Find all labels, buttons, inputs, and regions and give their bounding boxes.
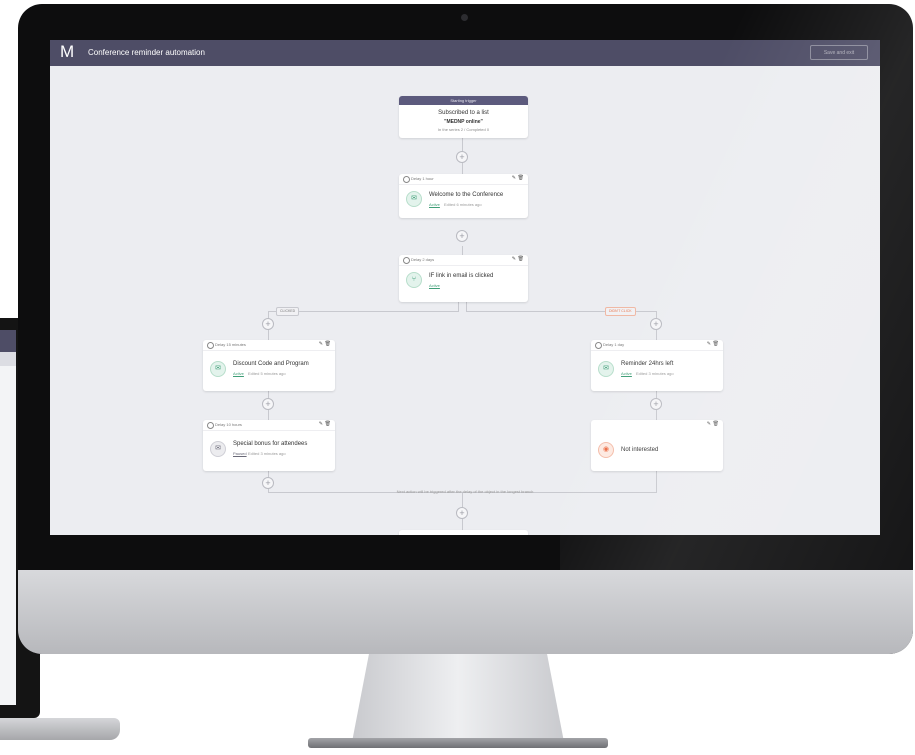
- delay-label: Delay 1 day: [603, 342, 625, 347]
- trigger-meta: In the series 2 / Completed 0: [437, 127, 490, 132]
- step-card-welcome[interactable]: Delay 1 hour ✎ 🗑 ✉ Welcome to the Confer…: [399, 174, 528, 218]
- add-step-button[interactable]: +: [262, 477, 274, 489]
- step-meta: Edited 3 minutes ago: [636, 371, 674, 376]
- connector-line: [462, 246, 463, 255]
- envelope-icon: ✉: [210, 361, 226, 377]
- trigger-header: Starting trigger: [399, 96, 528, 105]
- trash-icon[interactable]: 🗑: [518, 256, 524, 262]
- step-meta: Edited 3 minutes ago: [248, 451, 286, 456]
- add-step-button[interactable]: +: [262, 318, 274, 330]
- step-title: Special bonus for attendees: [233, 441, 308, 447]
- edit-icon[interactable]: ✎: [512, 175, 516, 181]
- step-card-discount[interactable]: Delay 15 minutes ✎ 🗑 ✉ Discount Code and…: [203, 340, 335, 391]
- step-header: Delay 15 minutes ✎ 🗑: [203, 340, 335, 351]
- connector-line: [458, 302, 459, 311]
- step-card-not-interested[interactable]: ✎ 🗑 ◉ Not interested: [591, 420, 723, 471]
- edit-icon[interactable]: ✎: [707, 341, 711, 347]
- trash-icon[interactable]: 🗑: [713, 341, 719, 347]
- edit-icon[interactable]: ✎: [319, 341, 323, 347]
- step-card-condition[interactable]: Delay 2 days ✎ 🗑 ⑂ IF link in email is c…: [399, 255, 528, 302]
- step-title: Welcome to the Conference: [429, 192, 504, 198]
- trigger-title: Subscribed to a list: [438, 110, 489, 116]
- step-card-bonus[interactable]: Delay 10 hours ✎ 🗑 ✉ Special bonus for a…: [203, 420, 335, 471]
- laptop-header-bar: [0, 330, 16, 352]
- envelope-icon: ✉: [210, 441, 226, 457]
- step-header: ✎ 🗑: [591, 420, 723, 430]
- status-badge[interactable]: Active: [233, 371, 244, 376]
- delay-label: Delay 2 days: [411, 257, 435, 262]
- branch-label-not-clicked: DIDN'T CLICK: [605, 307, 636, 316]
- step-title: IF link in email is clicked: [429, 273, 494, 279]
- envelope-icon: ✉: [406, 191, 422, 207]
- clock-icon: [403, 176, 410, 183]
- step-header: Delay 2 days ✎ 🗑: [399, 255, 528, 266]
- monitor-stand-foot: [308, 738, 608, 748]
- page-title: Conference reminder automation: [88, 48, 205, 57]
- add-step-button[interactable]: +: [650, 398, 662, 410]
- add-step-button[interactable]: +: [456, 507, 468, 519]
- save-and-exit-button[interactable]: Save and exit: [810, 45, 868, 60]
- trash-icon[interactable]: 🗑: [325, 421, 331, 427]
- app-screen: M Conference reminder automation Save an…: [50, 40, 880, 535]
- laptop-toolbar-strip: [0, 352, 16, 366]
- step-meta: Edited 5 minutes ago: [248, 371, 286, 376]
- monitor-stand-neck: [352, 654, 564, 742]
- camera-dot: [461, 14, 468, 21]
- laptop-display: [0, 330, 16, 705]
- step-header: Delay 1 hour ✎ 🗑: [399, 174, 528, 185]
- status-badge[interactable]: Active: [429, 283, 440, 288]
- step-title: Reminder 24hrs left: [621, 361, 674, 367]
- clock-icon: [207, 342, 214, 349]
- branch-label-clicked: CLICKED: [276, 307, 300, 316]
- status-badge[interactable]: Paused: [233, 451, 247, 456]
- step-title: Not interested: [621, 447, 659, 453]
- clock-icon: [403, 257, 410, 264]
- add-step-button[interactable]: +: [456, 230, 468, 242]
- step-header: Delay 10 hours ✎ 🗑: [203, 420, 335, 431]
- workflow-canvas: + + + + + + + + CLICKED DIDN'T CLICK Sta…: [50, 66, 880, 535]
- delay-label: Delay 10 hours: [215, 422, 242, 427]
- edit-icon[interactable]: ✎: [512, 256, 516, 262]
- stop-icon: ◉: [598, 442, 614, 458]
- next-step-card[interactable]: [399, 530, 528, 535]
- delay-label: Delay 15 minutes: [215, 342, 246, 347]
- trigger-list-name: "MEDNP online": [444, 119, 483, 125]
- trash-icon[interactable]: 🗑: [518, 175, 524, 181]
- add-step-button[interactable]: +: [650, 318, 662, 330]
- step-title: Discount Code and Program: [233, 361, 309, 367]
- merge-note: Next action will be triggered after the …: [396, 489, 534, 494]
- status-badge[interactable]: Active: [621, 371, 632, 376]
- status-badge[interactable]: Active: [429, 202, 440, 207]
- delay-label: Delay 1 hour: [411, 176, 434, 181]
- split-icon: ⑂: [406, 272, 422, 288]
- add-step-button[interactable]: +: [456, 151, 468, 163]
- laptop-base: [0, 718, 120, 740]
- clock-icon: [207, 422, 214, 429]
- trigger-card[interactable]: Starting trigger Subscribed to a list "M…: [399, 96, 528, 138]
- monitor-chin: [18, 570, 913, 654]
- app-logo[interactable]: M: [60, 42, 76, 62]
- envelope-icon: ✉: [598, 361, 614, 377]
- edit-icon[interactable]: ✎: [707, 421, 711, 427]
- step-card-reminder[interactable]: Delay 1 day ✎ 🗑 ✉ Reminder 24hrs left Ac…: [591, 340, 723, 391]
- edit-icon[interactable]: ✎: [319, 421, 323, 427]
- add-step-button[interactable]: +: [262, 398, 274, 410]
- step-meta: Edited 6 minutes ago: [444, 202, 482, 207]
- clock-icon: [595, 342, 602, 349]
- step-header: Delay 1 day ✎ 🗑: [591, 340, 723, 351]
- trash-icon[interactable]: 🗑: [713, 421, 719, 427]
- trash-icon[interactable]: 🗑: [325, 341, 331, 347]
- connector-line: [466, 302, 467, 311]
- app-topbar: M Conference reminder automation Save an…: [50, 40, 880, 66]
